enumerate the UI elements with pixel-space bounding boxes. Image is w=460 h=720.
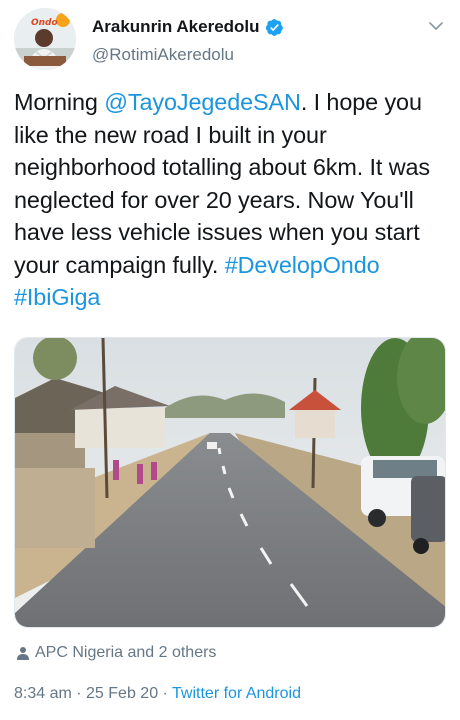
tweet-source-link[interactable]: Twitter for Android (172, 685, 301, 702)
verified-badge-icon (265, 18, 283, 36)
tweet-card: Ondo Arakunrin Akeredolu @RotimiAkeredol… (0, 0, 460, 720)
tweet-photo[interactable] (14, 337, 446, 628)
tweet-text-part: Morning (14, 89, 105, 115)
person-icon (17, 647, 29, 660)
meta-separator: · (71, 685, 87, 702)
tweet-date: 25 Feb 20 (86, 685, 159, 702)
tweet-header: Ondo Arakunrin Akeredolu @RotimiAkeredol… (14, 8, 446, 74)
chevron-down-icon[interactable] (428, 18, 444, 34)
tweet-meta: 8:34 am · 25 Feb 20 · Twitter for Androi… (14, 685, 301, 703)
likes-text[interactable]: APC Nigeria and 2 others (35, 644, 216, 662)
avatar-image: Ondo (14, 8, 76, 70)
likes-row[interactable]: APC Nigeria and 2 others (16, 644, 216, 662)
road-photo (15, 338, 445, 627)
name-row: Arakunrin Akeredolu (92, 17, 284, 37)
hashtag-ibigiga[interactable]: #IbiGiga (14, 284, 100, 310)
display-name[interactable]: Arakunrin Akeredolu (92, 17, 260, 37)
avatar[interactable]: Ondo (14, 8, 76, 70)
tweet-text: Morning @TayoJegedeSAN. I hope you like … (14, 86, 446, 314)
tweet-text-part: . I hope you like the new road I built i… (14, 89, 431, 278)
meta-separator: · (158, 685, 173, 702)
handle[interactable]: @RotimiAkeredolu (92, 45, 234, 65)
hashtag-developondo[interactable]: #DevelopOndo (225, 252, 380, 278)
tweet-time: 8:34 am (14, 685, 72, 702)
avatar-logo-text: Ondo (31, 18, 58, 28)
mention-link[interactable]: @TayoJegedeSAN (104, 89, 301, 115)
